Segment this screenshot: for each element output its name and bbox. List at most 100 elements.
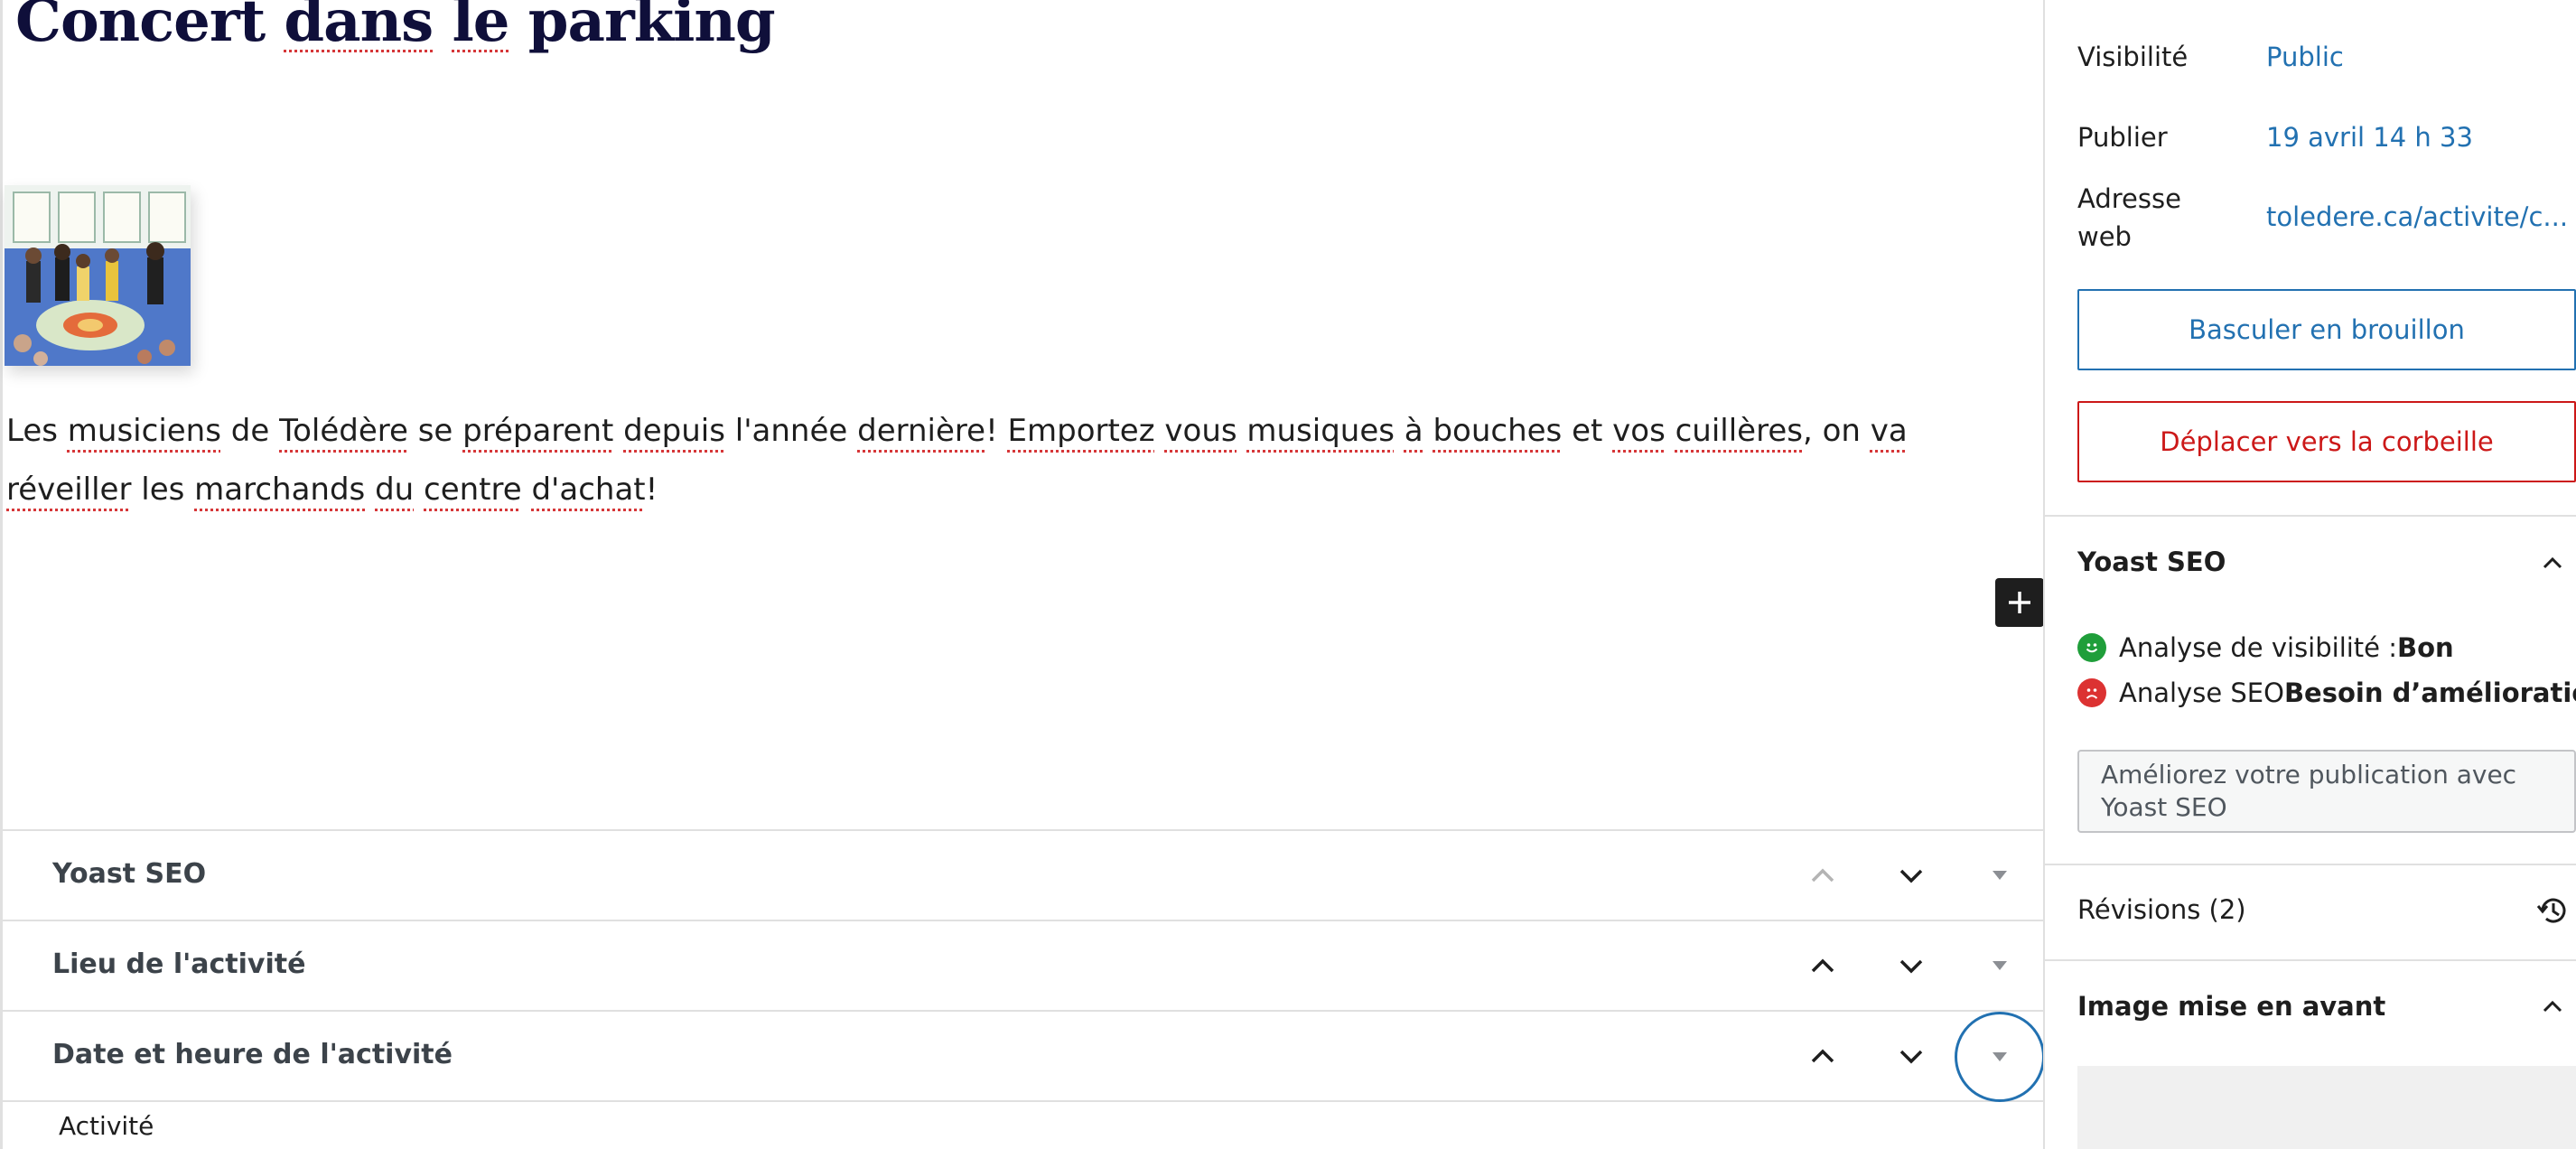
paragraph-text: ! [985, 413, 1008, 449]
url-label: Adresse web [2077, 180, 2181, 256]
visibility-label: Visibilité [2077, 42, 2189, 72]
metaboxes-area: Yoast SEO Lieu de l'activité Date et heu… [3, 829, 2046, 1102]
title-text: parking [509, 0, 776, 55]
paragraph-text: vous [1164, 413, 1237, 449]
chevron-up-icon [2543, 556, 2562, 569]
revisions-link[interactable]: Révisions (2) [2077, 894, 2246, 925]
title-text: Concert [15, 0, 285, 55]
paragraph-text [613, 413, 623, 449]
paragraph-text: marchands [194, 472, 366, 508]
paragraph-text: depuis [623, 413, 725, 449]
paragraph-text: réveiller [6, 472, 132, 508]
move-down-button[interactable] [1889, 943, 1934, 988]
caret-down-icon [1993, 871, 2007, 880]
editor-canvas: Concert dans le parking Les musiciens de… [0, 0, 2046, 1149]
metabox-yoast-seo[interactable]: Yoast SEO [3, 831, 2046, 921]
title-text [433, 0, 452, 55]
paragraph-text [1237, 413, 1247, 449]
featured-image-placeholder[interactable] [2077, 1066, 2576, 1149]
paragraph-text [1666, 413, 1675, 449]
improve-with-yoast-button[interactable]: Améliorez votre publication avec Yoast S… [2077, 750, 2576, 833]
paragraph-text: , on [1802, 413, 1871, 449]
move-to-trash-button[interactable]: Déplacer vers la corbeille [2077, 401, 2576, 482]
collapse-panel-button[interactable] [2533, 544, 2572, 584]
history-icon [2536, 898, 2566, 923]
url-label-line: web [2077, 221, 2132, 252]
url-link[interactable]: toledere.ca/activite/c... [2266, 198, 2568, 236]
paragraph-text: vos [1612, 413, 1666, 449]
publish-label: Publier [2077, 122, 2168, 153]
paragraph-text: va [1870, 413, 1908, 449]
paragraph-text: Tolédère [279, 413, 408, 449]
readability-value: Bon [2397, 632, 2454, 663]
divider [2045, 864, 2576, 865]
paragraph-text: Emportez [1007, 413, 1155, 449]
revisions-button[interactable] [2533, 891, 2572, 930]
seo-label: Analyse SEO [2119, 677, 2284, 708]
paragraph-text: du [375, 472, 415, 508]
image-block[interactable] [5, 185, 191, 366]
readability-analysis: Analyse de visibilité : Bon [2077, 632, 2454, 663]
paragraph-text: l'année [724, 413, 858, 449]
metabox-date-heure-activite[interactable]: Date et heure de l'activité [3, 1012, 2046, 1102]
paragraph-text: préparent [462, 413, 614, 449]
paragraph-text: Les [6, 413, 68, 449]
paragraph-text: bouches [1433, 413, 1563, 449]
metabox-title: Date et heure de l'activité [52, 1039, 453, 1070]
post-title[interactable]: Concert dans le parking [15, 0, 776, 55]
paragraph-text [414, 472, 424, 508]
chevron-up-icon [1811, 868, 1834, 883]
paragraph-text: les [131, 472, 195, 508]
move-up-button[interactable] [1800, 943, 1845, 988]
toggle-panel-button[interactable] [1977, 943, 2022, 988]
settings-sidebar: Visibilité Public Publier 19 avril 14 h … [2043, 0, 2576, 1149]
title-text: dans [284, 0, 434, 55]
featured-image-panel-title[interactable]: Image mise en avant [2077, 991, 2385, 1022]
metabox-lieu-activite[interactable]: Lieu de l'activité [3, 921, 2046, 1012]
paragraph-text: et [1562, 413, 1613, 449]
collapse-panel-button[interactable] [2533, 987, 2572, 1027]
chevron-down-icon [1899, 1050, 1923, 1064]
divider [2045, 515, 2576, 517]
move-up-button[interactable] [1800, 1033, 1845, 1079]
breadcrumb-post-type: Activité [59, 1111, 154, 1141]
move-down-button[interactable] [1889, 853, 1934, 898]
chevron-down-icon [1899, 869, 1923, 883]
seo-value: Besoin d’amélioration [2283, 677, 2576, 708]
paragraph-text [1423, 413, 1433, 449]
title-text: le [452, 0, 509, 55]
paragraph-text: se [407, 413, 463, 449]
readability-label: Analyse de visibilité : [2119, 632, 2398, 663]
paragraph-block[interactable]: Les musiciens de Tolédère se préparent d… [6, 402, 2021, 519]
smiley-good-icon [2077, 633, 2106, 662]
plus-icon [2009, 592, 2030, 613]
url-label-line: Adresse [2077, 183, 2181, 214]
yoast-panel-title[interactable]: Yoast SEO [2077, 546, 2226, 577]
paragraph-text: à [1404, 413, 1423, 449]
paragraph-text: ! [645, 472, 658, 508]
paragraph-text: d'achat [531, 472, 646, 508]
visibility-link[interactable]: Public [2266, 38, 2344, 76]
seo-analysis: Analyse SEO Besoin d’amélioration [2077, 677, 2576, 708]
switch-to-draft-button[interactable]: Basculer en brouillon [2077, 289, 2576, 370]
smiley-sad-icon [2077, 678, 2106, 707]
chevron-up-icon [2543, 1000, 2562, 1013]
caret-down-icon [1993, 961, 2007, 970]
chevron-down-icon [1899, 959, 1923, 974]
chevron-up-icon [1811, 958, 1834, 973]
activity-photo-thumbnail [5, 185, 191, 366]
paragraph-text: cuillères [1675, 413, 1803, 449]
toggle-panel-button[interactable] [1955, 1012, 2045, 1102]
block-inserter-button[interactable] [1995, 578, 2044, 627]
paragraph-text: centre [424, 472, 522, 508]
publish-date-link[interactable]: 19 avril 14 h 33 [2266, 118, 2473, 156]
paragraph-text: dernière [857, 413, 986, 449]
move-down-button[interactable] [1889, 1033, 1934, 1079]
move-up-button[interactable] [1800, 853, 1845, 898]
paragraph-text [1155, 413, 1165, 449]
toggle-panel-button[interactable] [1977, 853, 2022, 898]
paragraph-text [1395, 413, 1405, 449]
metabox-title: Yoast SEO [52, 858, 207, 890]
caret-down-icon [1993, 1052, 2007, 1061]
paragraph-text [522, 472, 532, 508]
